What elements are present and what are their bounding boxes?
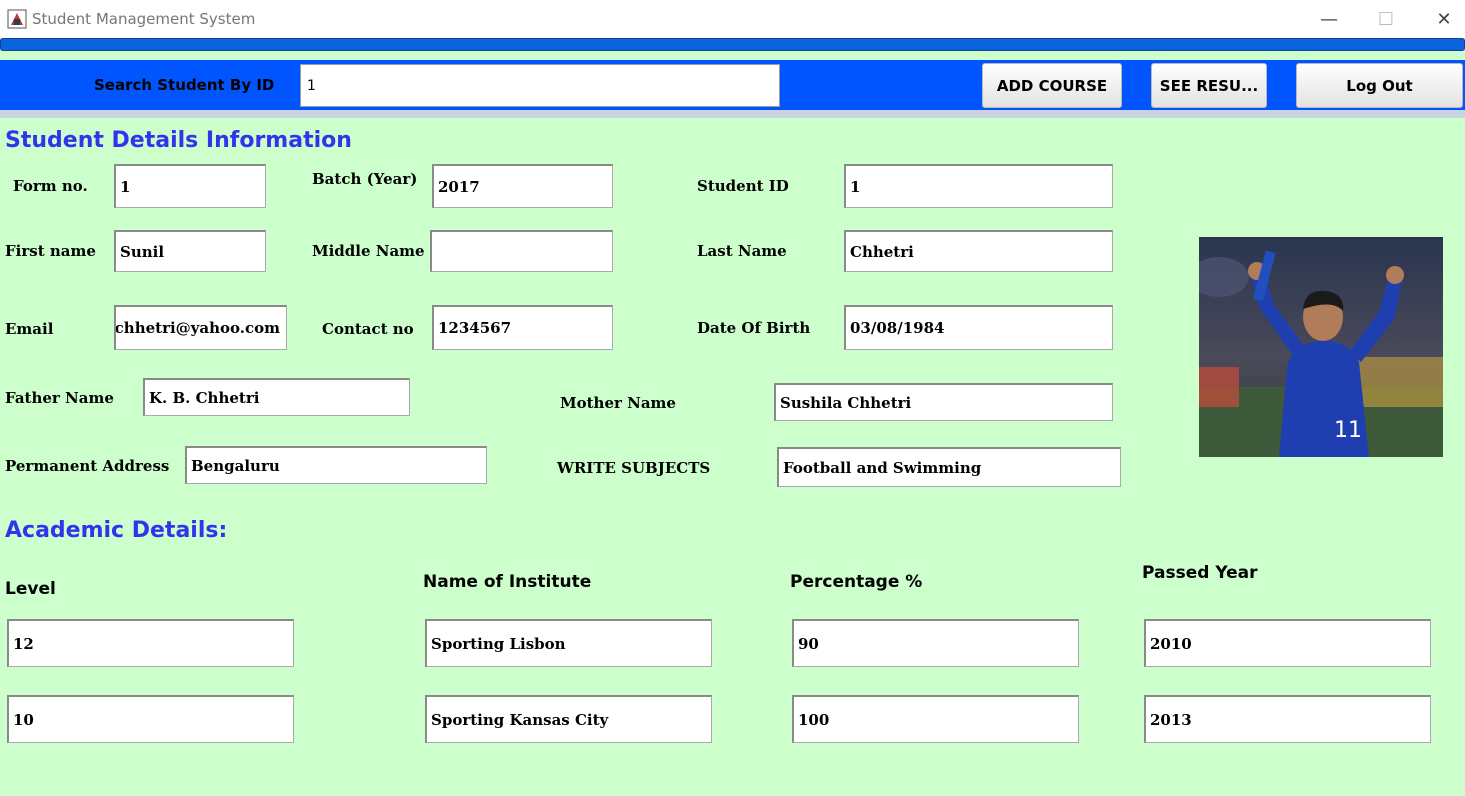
percentage-field[interactable]: 100 — [792, 695, 1079, 743]
batch-label: Batch (Year) — [312, 170, 418, 188]
column-header-passed-year: Passed Year — [1142, 563, 1258, 583]
see-result-button[interactable]: SEE RESU... — [1151, 63, 1267, 108]
last-name-field[interactable]: Chhetri — [844, 230, 1113, 272]
student-id-label: Student ID — [697, 177, 789, 195]
passed-year-field[interactable]: 2013 — [1144, 695, 1431, 743]
contact-field[interactable]: 1234567 — [432, 305, 613, 350]
academic-details-heading: Academic Details: — [5, 518, 228, 543]
father-name-label: Father Name — [5, 389, 114, 407]
dob-field[interactable]: 03/08/1984 — [844, 305, 1113, 350]
subjects-label: WRITE SUBJECTS — [557, 459, 711, 477]
window-title: Student Management System — [32, 10, 256, 28]
institute-field[interactable]: Sporting Lisbon — [425, 619, 712, 667]
middle-name-field[interactable] — [430, 230, 613, 272]
student-details-heading: Student Details Information — [5, 128, 352, 153]
percentage-field[interactable]: 90 — [792, 619, 1079, 667]
batch-field[interactable]: 2017 — [432, 164, 613, 208]
subjects-field[interactable]: Football and Swimming — [777, 447, 1121, 487]
passed-year-field[interactable]: 2010 — [1144, 619, 1431, 667]
email-label: Email — [5, 320, 54, 338]
first-name-field[interactable]: Sunil — [114, 230, 266, 272]
close-icon[interactable]: ✕ — [1415, 0, 1465, 38]
address-label: Permanent Address — [5, 457, 170, 475]
student-id-field[interactable]: 1 — [844, 164, 1113, 208]
column-header-level: Level — [5, 579, 56, 599]
search-input[interactable] — [300, 64, 780, 107]
level-field[interactable]: 10 — [7, 695, 294, 743]
institute-field[interactable]: Sporting Kansas City — [425, 695, 712, 743]
student-photo: 11 — [1199, 237, 1443, 457]
logout-button[interactable]: Log Out — [1296, 63, 1463, 108]
email-field[interactable]: nilchhetri@yahoo.com — [114, 305, 287, 350]
contact-label: Contact no — [322, 320, 414, 338]
svg-text:11: 11 — [1334, 418, 1362, 443]
add-course-button[interactable]: ADD COURSE — [982, 63, 1122, 108]
last-name-label: Last Name — [697, 242, 787, 260]
form-no-field[interactable]: 1 — [114, 164, 266, 208]
mother-name-field[interactable]: Sushila Chhetri — [774, 383, 1113, 421]
maximize-icon[interactable]: ☐ — [1357, 0, 1415, 38]
search-label: Search Student By ID — [94, 76, 275, 94]
progress-bar — [0, 38, 1465, 51]
first-name-label: First name — [5, 242, 96, 260]
progress-fill — [0, 38, 1465, 51]
address-field[interactable]: Bengaluru — [185, 446, 487, 484]
form-no-label: Form no. — [13, 177, 88, 195]
column-header-percentage: Percentage % — [790, 572, 923, 592]
toolbar-divider — [0, 110, 1465, 118]
column-header-institute: Name of Institute — [423, 572, 592, 592]
mother-name-label: Mother Name — [560, 394, 676, 412]
level-field[interactable]: 12 — [7, 619, 294, 667]
middle-name-label: Middle Name — [312, 242, 425, 260]
dob-label: Date Of Birth — [697, 319, 811, 337]
father-name-field[interactable]: K. B. Chhetri — [143, 378, 410, 416]
minimize-icon[interactable]: — — [1300, 0, 1358, 38]
app-icon — [7, 9, 27, 29]
